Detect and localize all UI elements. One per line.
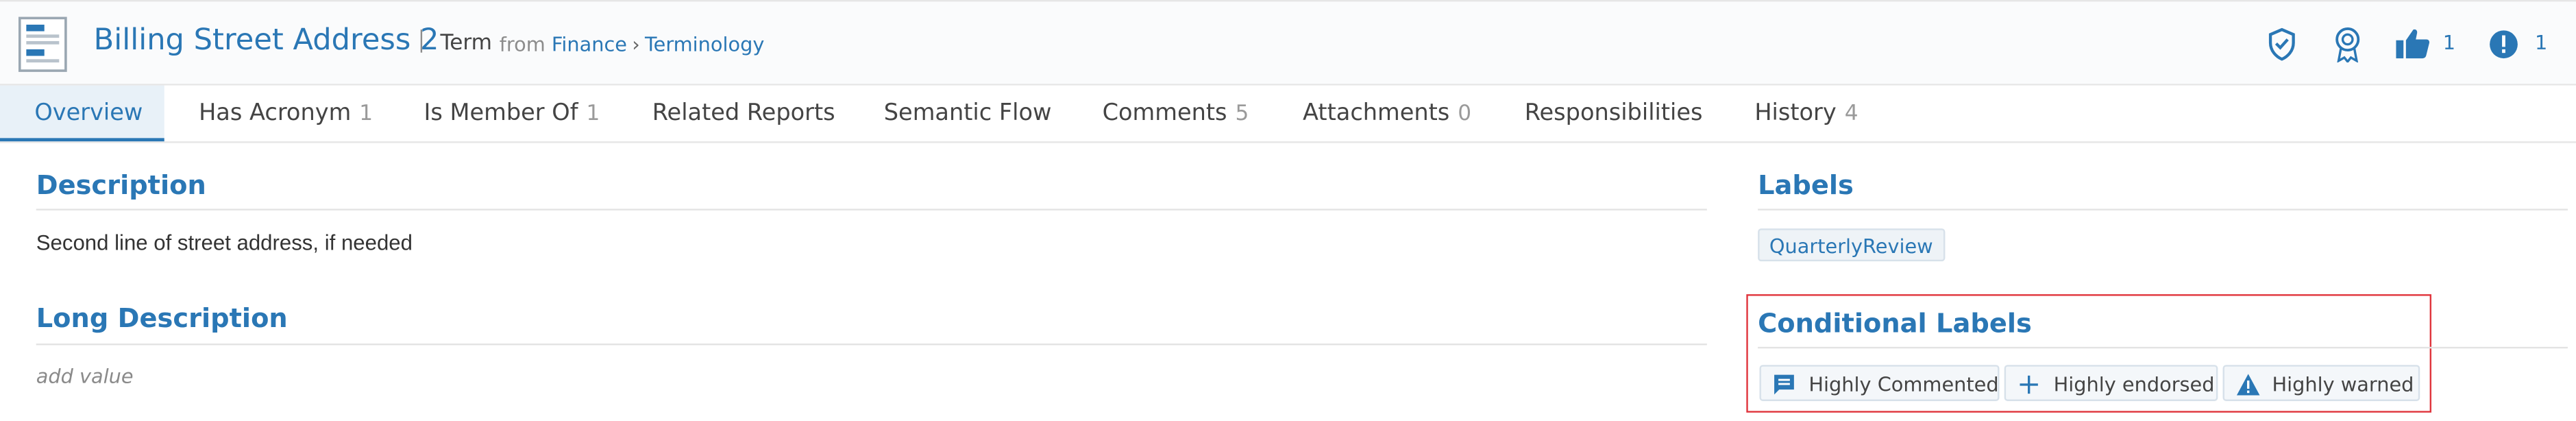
conditional-label-highly-commented[interactable]: Highly Commented bbox=[1759, 365, 2000, 401]
tab-label: Comments bbox=[1102, 100, 1227, 127]
award-ribbon-icon[interactable] bbox=[2333, 26, 2362, 63]
term-document-icon bbox=[18, 16, 67, 72]
tab-count: 0 bbox=[1458, 101, 1472, 127]
tab-related-reports[interactable]: Related Reports bbox=[652, 100, 835, 126]
breadcrumb-terminology[interactable]: Terminology bbox=[645, 33, 764, 56]
warning-count[interactable]: 1 bbox=[2535, 32, 2547, 55]
tab-count: 5 bbox=[1235, 101, 1249, 127]
tab-count: 1 bbox=[359, 101, 373, 127]
conditional-label-text: Highly warned bbox=[2272, 373, 2414, 396]
tab-history[interactable]: History 4 bbox=[1754, 100, 1858, 126]
breadcrumb-finance[interactable]: Finance bbox=[552, 33, 627, 56]
page-header: Billing Street Address 2 Term from Finan… bbox=[0, 0, 2576, 86]
comment-icon bbox=[1774, 374, 1794, 395]
tab-is-member-of[interactable]: Is Member Of 1 bbox=[424, 100, 600, 126]
long-description-divider bbox=[36, 344, 1707, 346]
tab-comments[interactable]: Comments 5 bbox=[1103, 100, 1249, 126]
tab-bar: Overview Has Acronym 1 Is Member Of 1 Rela… bbox=[0, 85, 2576, 143]
tab-label: Related Reports bbox=[652, 100, 835, 127]
page-title: Billing Street Address 2 bbox=[93, 23, 439, 58]
description-heading: Description bbox=[36, 169, 206, 201]
tab-overview[interactable]: Overview bbox=[34, 100, 143, 126]
labels-divider bbox=[1758, 208, 2568, 210]
tab-label: Responsibilities bbox=[1524, 100, 1703, 127]
tab-label: History bbox=[1754, 100, 1837, 127]
thumbs-up-icon[interactable] bbox=[2395, 28, 2430, 60]
tab-label: Is Member Of bbox=[424, 100, 578, 127]
tab-count: 1 bbox=[586, 101, 600, 127]
plus-icon bbox=[2020, 375, 2038, 394]
label-chip[interactable]: QuarterlyReview bbox=[1758, 228, 1945, 262]
header-separator bbox=[420, 29, 423, 53]
conditional-labels-divider bbox=[1758, 346, 2568, 349]
long-description-placeholder[interactable]: add value bbox=[36, 365, 134, 388]
tab-label: Semantic Flow bbox=[883, 100, 1052, 127]
conditional-labels-heading: Conditional Labels bbox=[1758, 307, 2032, 339]
object-type: Term bbox=[440, 31, 493, 56]
warning-circle-icon[interactable] bbox=[2489, 29, 2518, 59]
description-divider bbox=[36, 208, 1707, 210]
tab-label: Attachments bbox=[1303, 100, 1450, 127]
breadcrumb: from Finance › Terminology bbox=[500, 33, 765, 56]
labels-heading: Labels bbox=[1758, 169, 1854, 201]
tab-count: 4 bbox=[1844, 101, 1859, 127]
tab-label: Has Acronym bbox=[199, 100, 352, 127]
tab-responsibilities[interactable]: Responsibilities bbox=[1525, 100, 1703, 126]
term-page: Billing Street Address 2 Term from Finan… bbox=[0, 0, 2576, 421]
endorse-count[interactable]: 1 bbox=[2443, 32, 2455, 55]
tab-has-acronym[interactable]: Has Acronym 1 bbox=[199, 100, 373, 126]
from-label: from bbox=[499, 32, 545, 56]
conditional-label-highly-endorsed[interactable]: Highly endorsed bbox=[2004, 365, 2218, 401]
long-description-heading: Long Description bbox=[36, 302, 288, 334]
warning-triangle-icon bbox=[2236, 374, 2260, 396]
breadcrumb-chevron-icon: › bbox=[632, 32, 640, 56]
conditional-label-highly-warned[interactable]: Highly warned bbox=[2222, 365, 2420, 401]
tab-label: Overview bbox=[34, 100, 143, 127]
conditional-label-text: Highly Commented bbox=[1808, 373, 1999, 396]
conditional-label-text: Highly endorsed bbox=[2053, 373, 2215, 396]
tab-semantic-flow[interactable]: Semantic Flow bbox=[884, 100, 1052, 126]
tab-attachments[interactable]: Attachments 0 bbox=[1303, 100, 1471, 126]
shield-check-icon[interactable] bbox=[2267, 27, 2296, 61]
description-value[interactable]: Second line of street address, if needed bbox=[36, 230, 413, 255]
